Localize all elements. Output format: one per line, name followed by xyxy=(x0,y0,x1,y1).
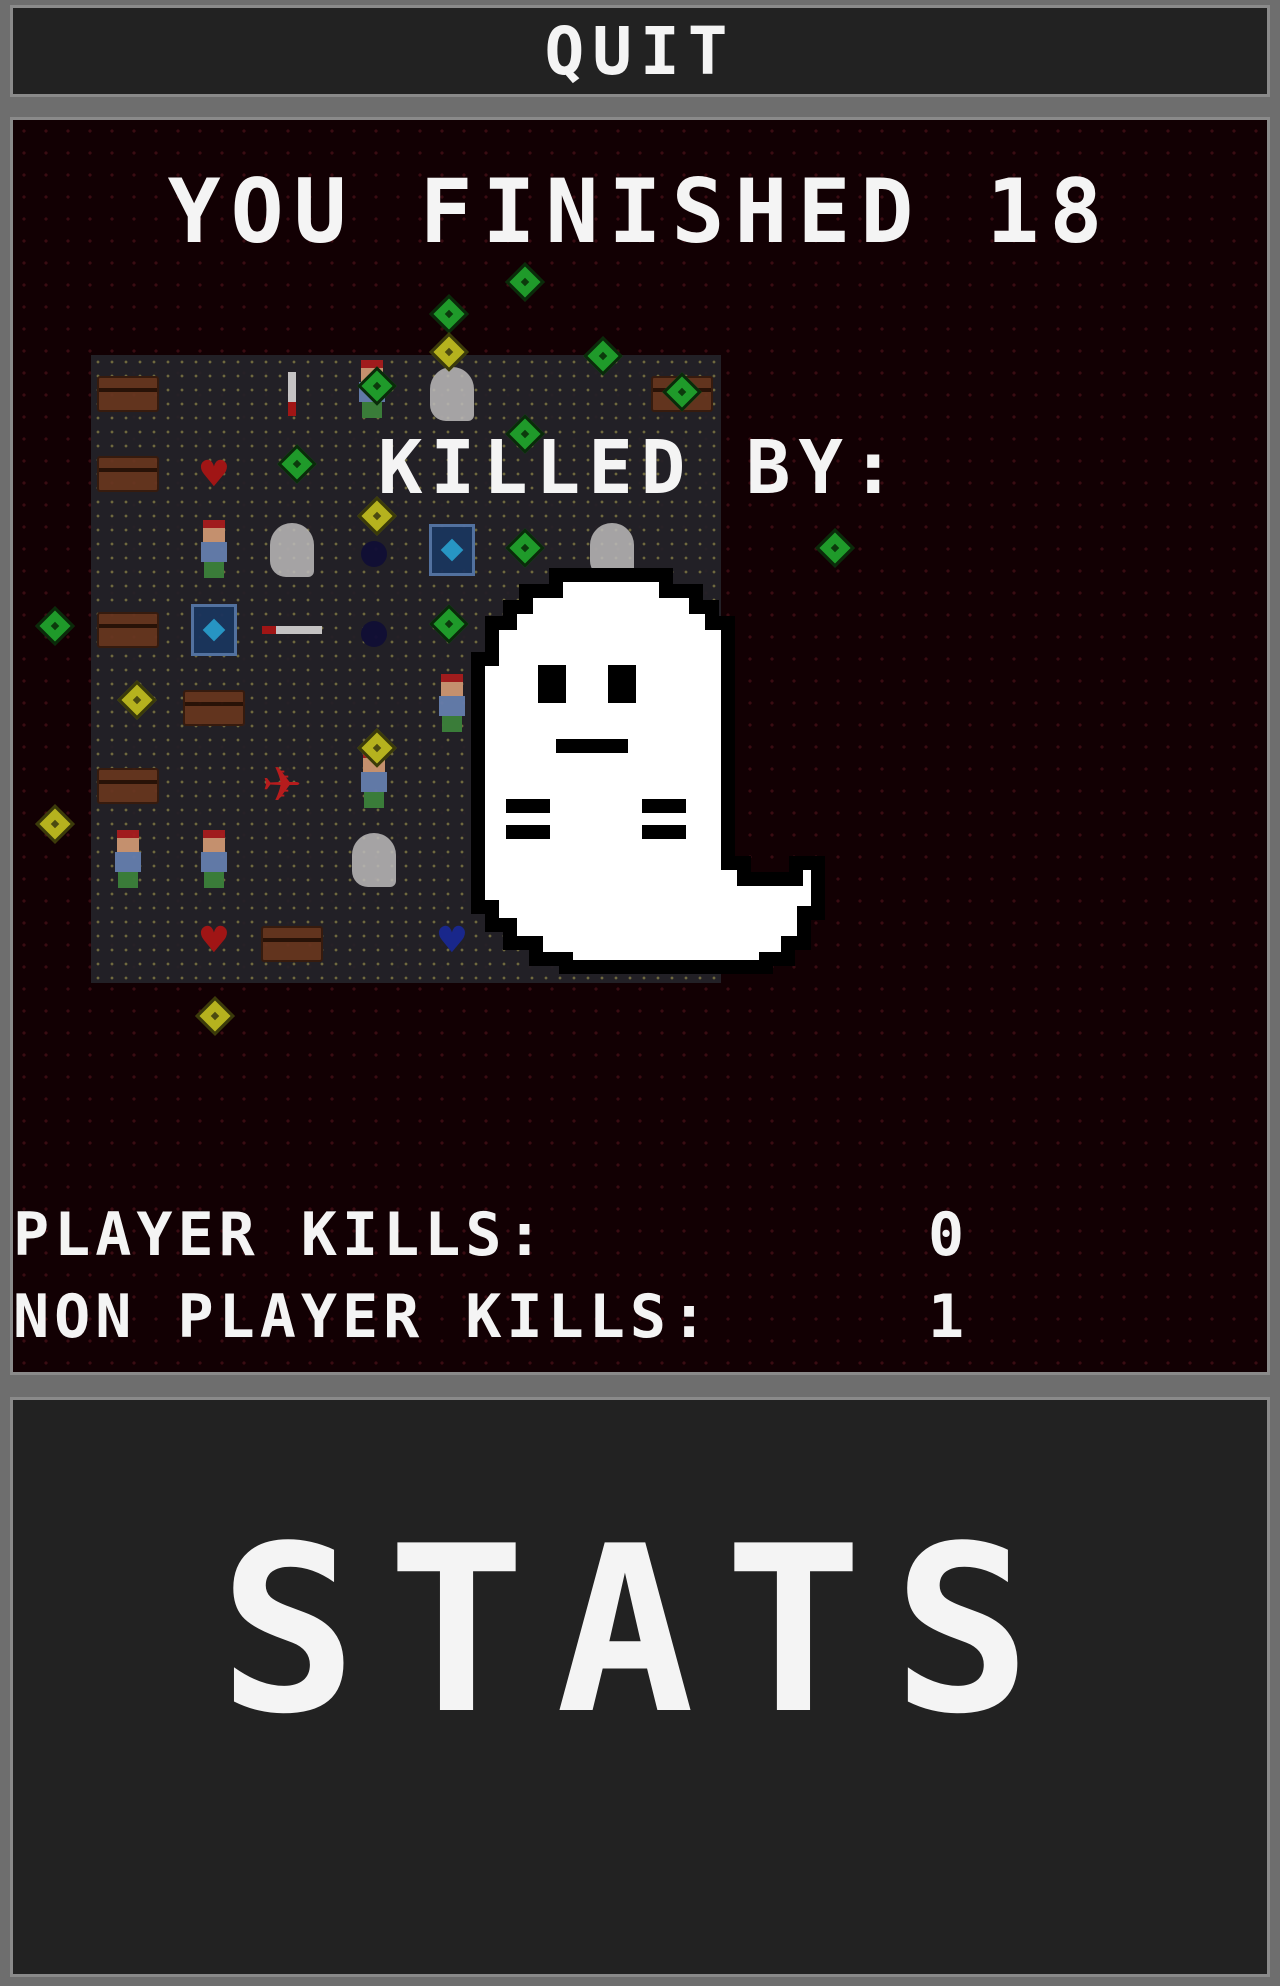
chest-icon xyxy=(97,443,159,505)
person-icon xyxy=(183,829,245,891)
player-kills-label: PLAYER KILLS: xyxy=(13,1200,548,1270)
person-icon xyxy=(97,829,159,891)
quit-button[interactable]: QUIT xyxy=(10,5,1270,97)
player-kills-value: 0 xyxy=(928,1200,970,1270)
game-over-panel: ♥ ✈ ♥ ♥ YOU FINISHED 18 KILLED BY: PLAYE… xyxy=(10,117,1270,1375)
green-coin-icon xyxy=(505,262,545,302)
chest-icon xyxy=(97,755,159,817)
chest-icon xyxy=(183,677,245,739)
ghost-icon xyxy=(261,519,323,581)
green-coin-icon xyxy=(815,528,855,568)
killer-ghost-icon xyxy=(471,568,825,974)
yellow-coin-icon xyxy=(35,804,75,844)
finished-title: YOU FINISHED 18 xyxy=(167,160,1113,263)
killed-by-label: KILLED BY: xyxy=(378,425,904,511)
knife-icon xyxy=(261,363,323,425)
plane-icon: ✈ xyxy=(262,744,302,818)
chest-icon xyxy=(261,913,323,975)
person-icon xyxy=(183,519,245,581)
chest-icon xyxy=(97,363,159,425)
ghost-icon xyxy=(343,829,405,891)
heart-icon: ♥ xyxy=(200,448,228,500)
bomb-icon xyxy=(343,603,405,665)
non-player-kills-value: 1 xyxy=(928,1282,970,1352)
chest-icon xyxy=(97,599,159,661)
ghost-icon xyxy=(421,363,483,425)
heart-icon: ♥ xyxy=(200,914,228,966)
green-coin-icon xyxy=(429,294,469,334)
quit-label: QUIT xyxy=(544,12,736,90)
book-icon xyxy=(183,599,245,661)
non-player-kills-label: NON PLAYER KILLS: xyxy=(13,1282,713,1352)
knife-icon xyxy=(261,599,323,661)
stats-heading: STATS xyxy=(218,1498,1062,1765)
yellow-coin-icon xyxy=(195,996,235,1036)
green-coin-icon xyxy=(35,606,75,646)
